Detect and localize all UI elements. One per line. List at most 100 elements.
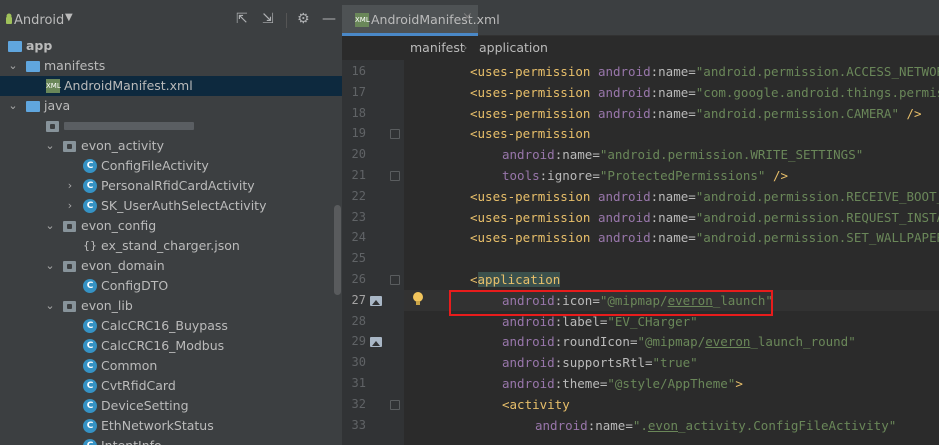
line-number[interactable]: 32 [342,394,366,415]
tree-item-intentinfo[interactable]: C IntentInfo [0,436,342,445]
line-number[interactable]: 33 [342,415,366,436]
fold-marker-icon[interactable] [390,275,400,285]
code-line[interactable]: <uses-permission android:name="android.p… [404,207,939,228]
code-token: "android.permission.REQUEST_INSTALL_PACK… [695,209,939,225]
fold-marker-icon[interactable] [390,171,400,181]
code-token: "@style/AppTheme" [607,376,736,391]
tree-item-devicesetting[interactable]: C DeviceSetting [0,396,342,416]
code-line[interactable]: <uses-permission android:name="android.p… [404,186,939,207]
line-number[interactable]: 23 [342,207,366,228]
project-view-selector[interactable]: Android [14,13,64,28]
tree-item-calccrc16_buypass[interactable]: C CalcCRC16_Buypass [0,316,342,336]
code-line[interactable]: <uses-permission [404,123,939,144]
tree-item-package[interactable] [0,116,342,136]
code-token: "com.google.android.things.permission.MA… [695,84,939,100]
tree-item-personalrfid[interactable]: › C PersonalRfidCardActivity [0,176,342,196]
collapse-all-icon[interactable]: ⇱ [236,11,248,27]
line-number[interactable]: 28 [342,311,366,332]
line-number[interactable]: 17 [342,82,366,103]
expand-all-icon[interactable]: ⇲ [262,11,274,27]
breadcrumb-manifest[interactable]: manifest [410,36,465,60]
class-icon: C [83,399,97,413]
code-token: :name= [650,84,696,100]
fold-marker-icon[interactable] [390,399,400,410]
chevron-down-icon[interactable]: ⌄ [8,56,18,76]
tree-item-androidmanifest[interactable]: XML AndroidManifest.xml [0,76,342,96]
gear-icon[interactable]: ⚙ [297,11,310,27]
code-line[interactable]: android:name="android.permission.WRITE_S… [404,144,939,165]
tree-item-label: EthNetworkStatus [101,418,214,433]
chevron-down-icon[interactable]: ⌄ [45,296,55,316]
line-number[interactable]: 27 [342,290,366,311]
code-token: evon [647,417,679,433]
line-number[interactable]: 24 [342,227,366,248]
hide-panel-icon[interactable]: — [322,11,336,27]
editor-gutter[interactable]: 16 17 18 19 20 21 22 23 24 25 26 27 28 29 30 31 32 33 [342,60,404,445]
code-line[interactable]: tools:ignore="ProtectedPermissions" /> [404,165,939,186]
tree-item-configdto[interactable]: C ConfigDTO [0,276,342,296]
tree-item-label: DeviceSetting [101,398,189,413]
chevron-down-icon[interactable]: ⌄ [45,136,55,156]
image-preview-icon[interactable] [370,295,382,306]
image-preview-icon[interactable] [370,337,382,348]
line-number[interactable]: 26 [342,269,366,290]
tab-label: AndroidManifest.xml [371,12,500,27]
tree-item-configfileactivity[interactable]: C ConfigFileActivity [0,156,342,176]
tree-item-ethnetworkstatus[interactable]: C EthNetworkStatus [0,416,342,436]
code-line[interactable]: <uses-permission android:name="android.p… [404,61,939,82]
code-line[interactable]: <application [404,269,939,290]
scrollbar-thumb[interactable] [334,205,341,295]
line-number[interactable]: 25 [342,248,366,269]
tree-item-manifests[interactable]: ⌄ manifests [0,56,342,76]
chevron-down-icon[interactable]: ▼ [65,12,73,23]
tree-item-java[interactable]: ⌄ java [0,96,342,116]
lightbulb-icon[interactable] [413,292,423,305]
tree-item-evon_domain[interactable]: ⌄ evon_domain [0,256,342,276]
line-number[interactable]: 29 [342,331,366,352]
tree-item-evon_activity[interactable]: ⌄ evon_activity [0,136,342,156]
chevron-right-icon[interactable]: › [65,196,75,216]
line-number[interactable]: 30 [342,352,366,373]
code-line[interactable]: <activity [404,394,939,415]
chevron-down-icon[interactable]: ⌄ [45,256,55,276]
line-number[interactable]: 22 [342,186,366,207]
code-line[interactable]: android:name=".evon_activity.ConfigFileA… [404,415,939,436]
chevron-down-icon[interactable]: ⌄ [8,96,18,116]
code-line[interactable]: <uses-permission android:name="com.googl… [404,82,939,103]
tab-androidmanifest[interactable]: XML AndroidManifest.xml × [342,5,500,36]
tree-item-sk_userauth[interactable]: › C SK_UserAuthSelectActivity [0,196,342,216]
code-token: android [502,376,555,391]
tree-item-calccrc16_modbus[interactable]: C CalcCRC16_Modbus [0,336,342,356]
class-icon: C [83,279,97,293]
tree-item-cvtrfidcard[interactable]: C CvtRfidCard [0,376,342,396]
code-token: tools [502,168,540,183]
code-token: <activity [502,396,570,412]
tree-item-evon_config[interactable]: ⌄ evon_config [0,216,342,236]
line-number[interactable]: 31 [342,373,366,394]
fold-marker-icon[interactable] [390,129,400,140]
folder-icon [26,61,40,72]
chevron-right-icon[interactable]: › [65,176,75,196]
code-line[interactable]: android:theme="@style/AppTheme"> [404,373,939,394]
tree-item-common[interactable]: C Common [0,356,342,376]
line-number[interactable]: 20 [342,144,366,165]
line-number[interactable]: 21 [342,165,366,186]
code-line[interactable]: android:roundIcon="@mipmap/everon_launch… [404,331,939,352]
tree-item-label: IntentInfo [101,436,162,445]
tree-item-ex_stand[interactable]: {} ex_stand_charger.json [0,236,342,256]
line-number[interactable]: 18 [342,103,366,124]
breadcrumb-application[interactable]: application [479,36,548,60]
close-icon[interactable]: × [462,10,473,25]
chevron-down-icon[interactable]: ⌄ [45,216,55,236]
code-line[interactable]: <uses-permission android:name="android.p… [404,227,939,248]
module-folder-icon [8,41,22,52]
code-line[interactable] [404,248,939,269]
line-number[interactable]: 19 [342,123,366,144]
tree-item-app[interactable]: app [0,36,342,56]
code-line[interactable]: <uses-permission android:name="android.p… [404,103,939,124]
tree-item-evon_lib[interactable]: ⌄ evon_lib [0,296,342,316]
code-token: android [597,230,651,246]
code-line[interactable]: android:supportsRtl="true" [404,352,939,373]
code-token: "android.permission.SET_WALLPAPER" [695,230,939,246]
line-number[interactable]: 16 [342,61,366,82]
